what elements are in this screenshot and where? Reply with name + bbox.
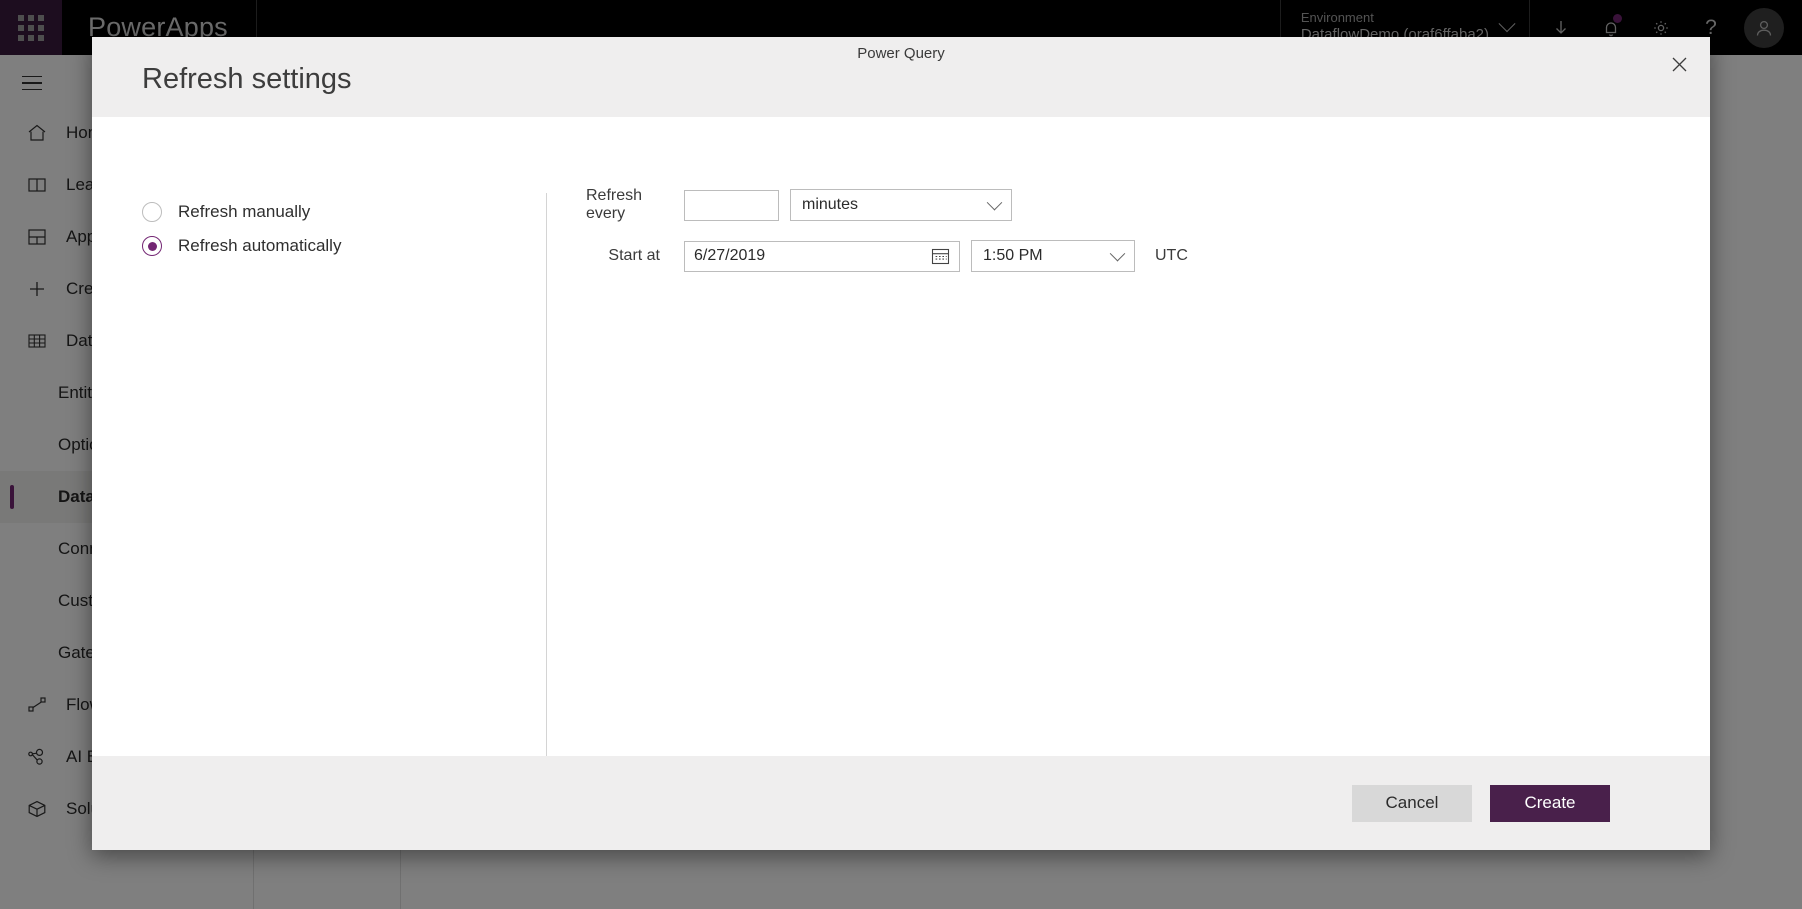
refresh-interval-input[interactable] — [684, 189, 779, 221]
refresh-every-label: Refresh every — [586, 187, 643, 222]
start-at-label: Start at — [608, 247, 660, 264]
refresh-every-row: Refresh every minutes — [586, 187, 1188, 223]
radio-mark-icon — [142, 202, 162, 222]
start-at-row: Start at 1:50 PM UTC — [586, 240, 1188, 272]
refresh-mode-radio-group: Refresh manually Refresh automatically — [142, 195, 532, 263]
timezone-label: UTC — [1155, 247, 1188, 264]
chevron-down-icon — [1109, 245, 1126, 261]
refresh-settings-dialog: Power Query Refresh settings Refresh man… — [92, 37, 1710, 850]
start-time-select[interactable]: 1:50 PM — [971, 240, 1135, 272]
dialog-vertical-divider — [546, 193, 547, 756]
refresh-unit-select[interactable]: minutes — [790, 189, 1012, 221]
dialog-footer: Cancel Create — [92, 756, 1710, 850]
radio-mark-icon — [142, 236, 162, 256]
radio-label-automatically: Refresh automatically — [178, 236, 342, 255]
radio-refresh-automatically[interactable]: Refresh automatically — [142, 229, 532, 263]
start-date-field — [684, 240, 960, 272]
chevron-down-icon — [986, 194, 1003, 210]
radio-refresh-manually[interactable]: Refresh manually — [142, 195, 532, 229]
close-icon[interactable] — [1656, 43, 1702, 85]
dialog-subtitle: Power Query — [857, 45, 945, 62]
dialog-body: Refresh manually Refresh automatically R… — [92, 117, 1710, 756]
page-title: Refresh settings — [142, 63, 352, 95]
radio-label-manually: Refresh manually — [178, 202, 311, 221]
start-time-value: 1:50 PM — [983, 247, 1043, 264]
create-button[interactable]: Create — [1490, 784, 1610, 822]
start-date-input[interactable] — [684, 240, 960, 272]
dialog-header: Power Query Refresh settings — [92, 37, 1710, 117]
schedule-fields: Refresh every minutes Start at 6/27/2019… — [586, 187, 1188, 289]
refresh-unit-value: minutes — [802, 196, 859, 213]
cancel-button[interactable]: Cancel — [1352, 784, 1472, 822]
